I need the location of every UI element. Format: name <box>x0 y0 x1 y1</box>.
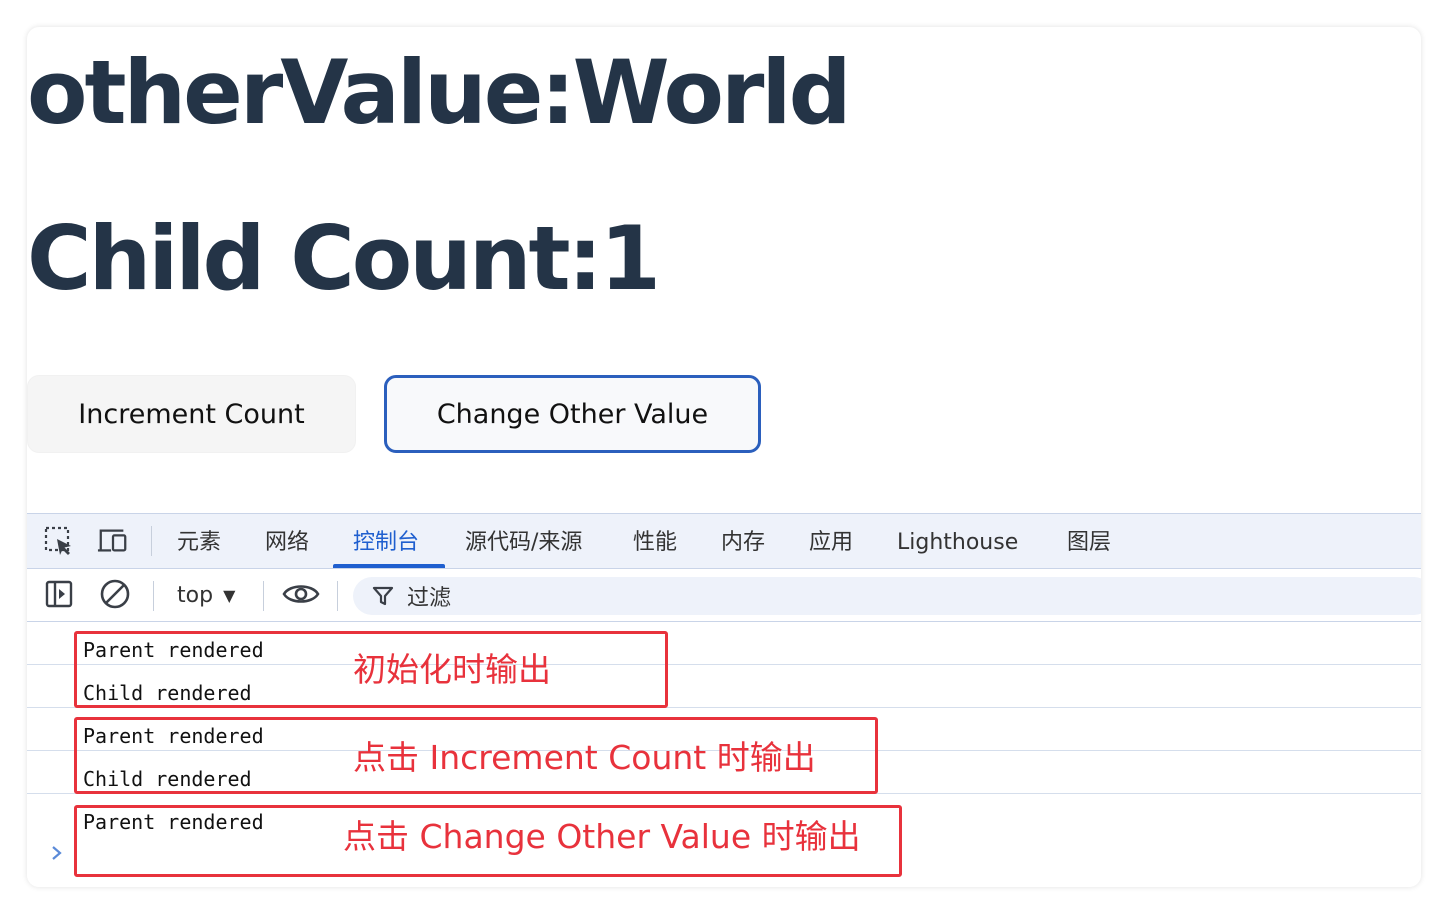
annotation-label-change-other: 点击 Change Other Value 时输出 <box>343 817 861 856</box>
annotation-label-increment: 点击 Increment Count 时输出 <box>353 738 816 777</box>
tab-performance[interactable]: 性能 <box>633 514 677 568</box>
increment-count-button[interactable]: Increment Count <box>27 375 356 453</box>
console-toolbar: top ▼ 过滤 <box>27 569 1421 622</box>
tab-application[interactable]: 应用 <box>809 514 853 568</box>
inspect-element-icon[interactable] <box>43 526 75 556</box>
tab-sources[interactable]: 源代码/来源 <box>465 514 582 568</box>
context-selector[interactable]: top ▼ <box>177 579 235 611</box>
tab-console[interactable]: 控制台 <box>353 514 419 568</box>
tab-elements[interactable]: 元素 <box>177 514 221 568</box>
active-tab-indicator <box>333 564 445 568</box>
console-filter-input[interactable]: 过滤 <box>353 577 1421 615</box>
tab-layers[interactable]: 图层 <box>1067 514 1111 568</box>
app-window: otherValue:World Child Count:1 Increment… <box>27 27 1421 887</box>
toolbar-divider <box>153 581 154 611</box>
change-other-value-button[interactable]: Change Other Value <box>384 375 761 453</box>
filter-icon <box>371 584 395 608</box>
context-selector-label: top <box>177 582 214 608</box>
caret-down-icon: ▼ <box>223 585 236 605</box>
live-expression-eye-icon[interactable] <box>281 579 321 609</box>
toolbar-divider <box>337 581 338 611</box>
annotation-label-init: 初始化时输出 <box>353 650 551 689</box>
devtools-tab-bar: 元素 网络 控制台 源代码/来源 性能 内存 应用 Lighthouse 图层 <box>27 514 1421 569</box>
clear-console-icon[interactable] <box>99 579 131 609</box>
tab-network[interactable]: 网络 <box>265 514 309 568</box>
console-prompt-chevron-icon[interactable] <box>49 844 65 862</box>
toolbar-divider <box>151 526 152 556</box>
other-value-heading: otherValue:World <box>27 41 852 144</box>
child-count-heading: Child Count:1 <box>27 207 661 310</box>
toolbar-divider <box>263 581 264 611</box>
tab-lighthouse[interactable]: Lighthouse <box>897 514 1018 568</box>
filter-placeholder: 过滤 <box>407 586 452 611</box>
device-toolbar-icon[interactable] <box>97 526 129 556</box>
sidebar-toggle-icon[interactable] <box>43 579 75 609</box>
tab-memory[interactable]: 内存 <box>721 514 765 568</box>
